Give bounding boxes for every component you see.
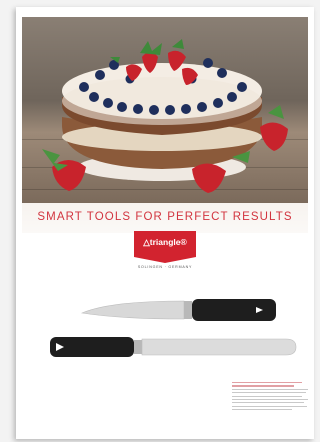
brochure-page: SMART TOOLS FOR PERFECT RESULTS △triangl… [16, 7, 314, 439]
product-description [232, 379, 310, 435]
cake-photo [22, 17, 308, 203]
logo-wordmark: △triangle® [143, 237, 187, 247]
headline-band: SMART TOOLS FOR PERFECT RESULTS [22, 203, 308, 233]
brochure-headline: SMART TOOLS FOR PERFECT RESULTS [37, 211, 293, 223]
location-text: SOLINGEN · GERMANY [137, 265, 193, 269]
cake-illustration [42, 39, 288, 193]
fine-print-lines [232, 382, 310, 411]
palette-knife-image [50, 337, 297, 357]
cake-knife-image [80, 299, 276, 321]
triangle-logo: △triangle® [134, 231, 196, 263]
